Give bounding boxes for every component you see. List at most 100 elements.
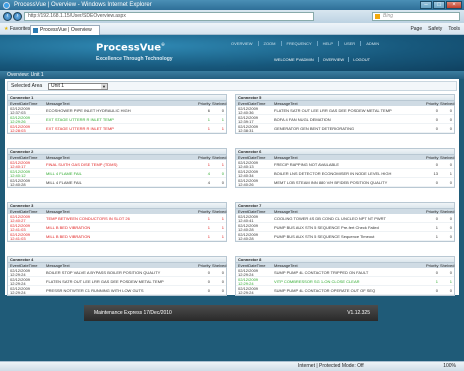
event-datetime: 02/12/2009 12:28:03 [8,124,46,133]
forward-button[interactable]: › [13,12,22,21]
shelved-value: 1 [221,126,224,131]
minimize-button[interactable]: – [420,1,432,9]
event-time: 12:40:28 [238,236,254,241]
event-datetime: 02/12/2009 12:38:31 [236,124,274,133]
nav-admin[interactable]: ADMIN [360,41,384,46]
bing-icon [375,14,380,19]
shelved-value: 0 [221,180,224,185]
table-row[interactable]: 02/12/2009 12:29:24 PRESSR NOTWTER C1 RUNN… [8,286,226,295]
table-row[interactable]: 02/12/2009 12:29:24 BOILER STOP VALVE A BY… [8,268,226,277]
shelved-value: 0 [449,117,452,122]
priority-value: 4 [207,180,210,185]
shelved-value: 0 [449,162,452,167]
connector-panel: Connector 5 EventDateTime MessageText Prior… [235,94,455,134]
favorites-button[interactable]: ★ Favorites [4,26,30,32]
table-row[interactable]: 02/12/2009 12:28:03 EXT STAGE UTTERR R INL… [8,124,226,133]
message-text: PRESSR NOTWTER C1 RUNNING WITH LOW GUTS [46,288,144,293]
command-bar: Page Safety Tools [410,26,460,32]
table-row[interactable]: 02/12/2009 12:41:03 MILL B BED VIBRATION 1 1 [8,232,226,241]
app-logo: ProcessVue® [96,42,165,53]
table-row[interactable]: 02/12/2009 12:40:13 FRECIP RAPPING NOT AVA… [236,160,454,169]
shelved-value: 0 [221,279,224,284]
close-button[interactable]: × [446,1,462,9]
table-row[interactable]: 02/12/2009 12:40:41 COOLING TOWER 4S DB CO… [236,214,454,223]
back-button[interactable]: ‹ [3,12,12,21]
welcome-overview-link[interactable]: OVERVIEW [317,57,349,62]
top-nav: OVERVIEW ZOOM FREQUENCY HELP USER ADMIN [226,41,384,46]
logo-mark: ® [161,42,166,47]
event-datetime: 02/12/2009 12:40:36 [236,106,274,115]
browser-tab[interactable]: ProcessVue | Overview [30,25,100,35]
nav-frequency[interactable]: FREQUENCY [280,41,317,46]
nav-help[interactable]: HELP [316,41,338,46]
maximize-button[interactable]: □ [433,1,445,9]
connector-panel: Connector 1 EventDateTime MessageText Prior… [7,94,227,134]
priority-value: 1 [207,216,210,221]
window-titlebar: ProcessVue | Overview - Windows Internet… [0,0,464,10]
shelved-value: 1 [449,171,452,176]
shelved-value: 0 [449,126,452,131]
table-row[interactable]: 02/12/2009 12:40:28 MILL 4 FLAME FAIL 4 0 [8,178,226,187]
logout-link[interactable]: LOGOUT [348,57,374,62]
url-input[interactable]: http://192.168.1.15/User/SDEOverview.asp… [24,12,314,21]
tools-menu[interactable]: Tools [448,26,460,32]
priority-value: 4 [207,171,210,176]
message-text: PUMP BUS AUX STN 5 SEQUENCE Sequence Tim… [274,234,375,239]
table-row[interactable]: 02/12/2009 12:38:31 GENERATOR GEN BENT DET… [236,124,454,133]
priority-value: 0 [435,216,438,221]
table-row[interactable]: 02/12/2009 12:40:12 MILL 4 FLAME FAIL 4 0 [8,169,226,178]
area-selector-bar: Selected Area Unit 1 ▼ [7,81,457,91]
message-text: PUMP BUS AUX STN 5 SEQUENCE Pre-fert Che… [274,225,379,230]
table-row[interactable]: 02/12/2009 12:39:17 BOFA 4 FAN NUGL DEMATI… [236,115,454,124]
table-row[interactable]: 02/12/2009 12:40:28 PUMP BUS AUX STN 5 SEQ… [236,232,454,241]
event-time: 12:40:26 [238,182,254,187]
table-row[interactable]: 02/12/2009 12:29:24 FLATEN SATR OUT LEE LR… [8,277,226,286]
message-text: VITP COMBRESSOR SG 1-ON CLOSE CLEAR [274,279,360,284]
message-text: TEMP BETWEEN CONDUCTORS IN SLOT 26 [46,216,130,221]
event-datetime: 02/12/2009 12:29:24 [236,277,274,286]
footer-text: Maintenance Express 17/Dec/2010 [94,310,172,316]
table-row[interactable]: 02/12/2009 12:29:24 VITP COMBRESSOR SG 1-O… [236,277,454,286]
version-label: V1.12.325 [347,310,370,316]
table-row[interactable]: 02/12/2009 12:40:26 MEMT LOB STEAM INN 880… [236,178,454,187]
event-time: 12:38:31 [238,128,254,133]
priority-value: 0 [207,270,210,275]
logo-text: ProcessVue [96,42,162,54]
table-row[interactable]: 02/12/2009 12:29:24 SUMP PUMP 4L CONTACTOR… [236,268,454,277]
event-datetime: 02/12/2009 12:29:26 [8,115,46,124]
table-row[interactable]: 02/12/2009 12:29:24 SUMP PUMP 4L CONTACTOR… [236,286,454,295]
window-title: ProcessVue | Overview - Windows Internet… [14,2,152,8]
message-text: MILL B BED VIBRATION [46,234,91,239]
page-title: Overview: Unit 1 [0,71,464,79]
priority-value: 0 [435,288,438,293]
shelved-value: 1 [221,234,224,239]
priority-value: 1 [435,279,438,284]
table-row[interactable]: 02/12/2009 12:29:26 EXT STAGE UTTERR R INL… [8,115,226,124]
area-select[interactable]: Unit 1 ▼ [48,83,108,90]
priority-value: 1 [435,234,438,239]
address-bar: ‹ › http://192.168.1.15/User/SDEOverview… [0,10,464,23]
priority-value: 0 [435,117,438,122]
shelved-value: 1 [221,162,224,167]
event-datetime: 02/12/2009 12:29:24 [8,277,46,286]
message-text: SUMP PUMP 4L CONTACTOR OPERATE OUT OF SE… [274,288,376,293]
page-menu[interactable]: Page [410,26,422,32]
event-datetime: 02/12/2009 12:29:24 [236,268,274,277]
nav-user[interactable]: USER [338,41,360,46]
message-text: BOFA 4 FAN NUGL DEMATION [274,117,331,122]
table-row[interactable]: 02/12/2009 12:40:17 FINAL SUITH GAS DISE T… [8,160,226,169]
safety-menu[interactable]: Safety [428,26,442,32]
nav-zoom[interactable]: ZOOM [257,41,281,46]
table-row[interactable]: 02/12/2009 12:41:03 MILL B BED VIBRATION 1 1 [8,223,226,232]
shelved-value: 1 [449,279,452,284]
table-row[interactable]: 02/12/2009 12:37:03 ECOSHOWER PIPE INLET H… [8,106,226,115]
table-row[interactable]: 02/12/2009 12:40:28 PUMP BUS AUX STN 5 SEQ… [236,223,454,232]
event-time: 12:28:03 [10,128,26,133]
zoom-level[interactable]: 100% [443,362,456,371]
table-row[interactable]: 02/12/2009 12:40:27 TEMP BETWEEN CONDUCTOR… [8,214,226,223]
search-input[interactable]: Bing [372,12,460,21]
table-row[interactable]: 02/12/2009 12:40:36 FLATEN SATR OUT LEE LR… [236,106,454,115]
nav-overview[interactable]: OVERVIEW [226,41,258,46]
table-row[interactable]: 02/12/2009 12:40:34 BOILER LNS DETECTOR EC… [236,169,454,178]
connector-panel: Connector 7 EventDateTime MessageText Prior… [235,202,455,242]
